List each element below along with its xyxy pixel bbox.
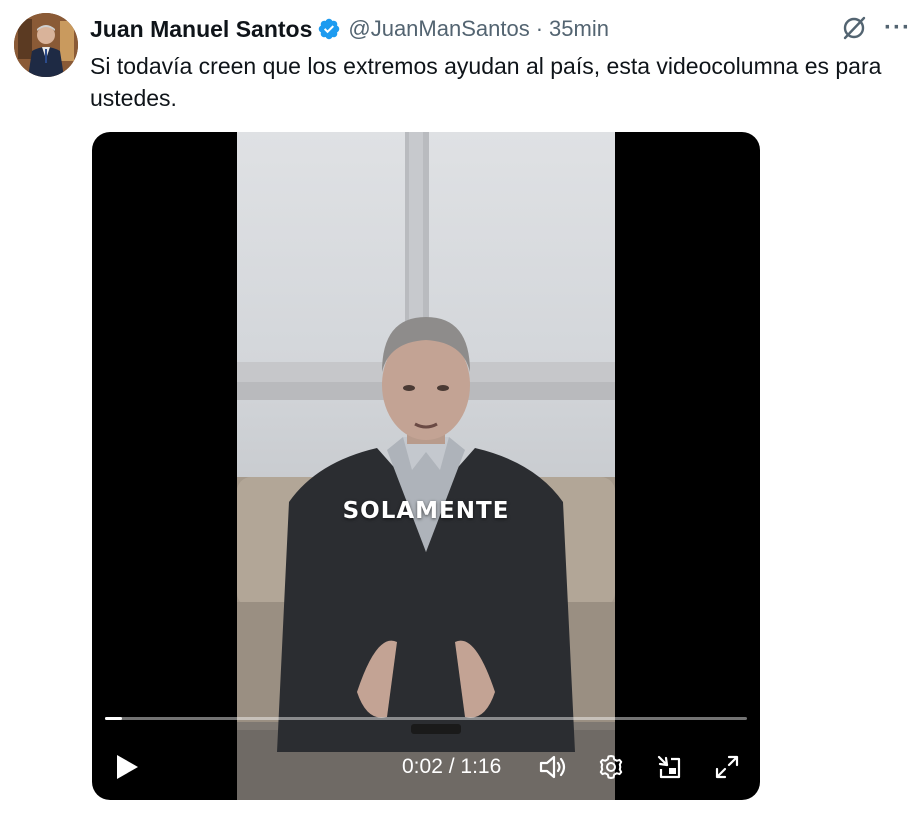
video-timecode: 0:02 / 1:16 — [402, 744, 501, 790]
avatar-image — [14, 13, 78, 77]
current-time: 0:02 — [402, 755, 443, 778]
gear-icon — [599, 755, 623, 779]
video-caption: SOLAMENTE — [342, 498, 510, 524]
volume-button[interactable] — [534, 744, 572, 790]
duration: 1:16 — [460, 755, 502, 778]
separator-dot: · — [535, 16, 544, 41]
video-progress-bar[interactable] — [105, 717, 747, 720]
volume-icon — [539, 755, 566, 779]
tweet-actions-top: ··· — [840, 14, 911, 42]
video-player[interactable]: SOLAMENTE 0:02 / 1:16 — [92, 132, 760, 800]
tweet-header: Juan Manuel Santos @JuanManSantos · 35mi… — [90, 14, 609, 44]
more-icon[interactable]: ··· — [884, 16, 911, 40]
video-still-image — [237, 132, 615, 800]
time-separator: / — [442, 755, 461, 778]
video-controls: 0:02 / 1:16 — [92, 744, 760, 790]
play-button[interactable] — [112, 744, 142, 790]
tweet-timestamp[interactable]: 35min — [549, 16, 609, 42]
fullscreen-icon — [715, 755, 739, 779]
play-icon — [117, 755, 138, 779]
picture-in-picture-button[interactable] — [650, 744, 688, 790]
video-frame[interactable]: SOLAMENTE — [237, 132, 615, 800]
picture-in-picture-icon — [657, 755, 681, 779]
video-progress-fill — [105, 717, 122, 720]
tweet-text: Si todavía creen que los extremos ayudan… — [90, 53, 882, 111]
verified-badge-icon — [319, 18, 340, 40]
fullscreen-button[interactable] — [708, 744, 746, 790]
author-name[interactable]: Juan Manuel Santos — [90, 16, 312, 43]
author-avatar[interactable] — [14, 13, 78, 77]
grok-icon[interactable] — [840, 14, 868, 42]
author-handle[interactable]: @JuanManSantos — [348, 16, 529, 42]
settings-button[interactable] — [592, 744, 630, 790]
